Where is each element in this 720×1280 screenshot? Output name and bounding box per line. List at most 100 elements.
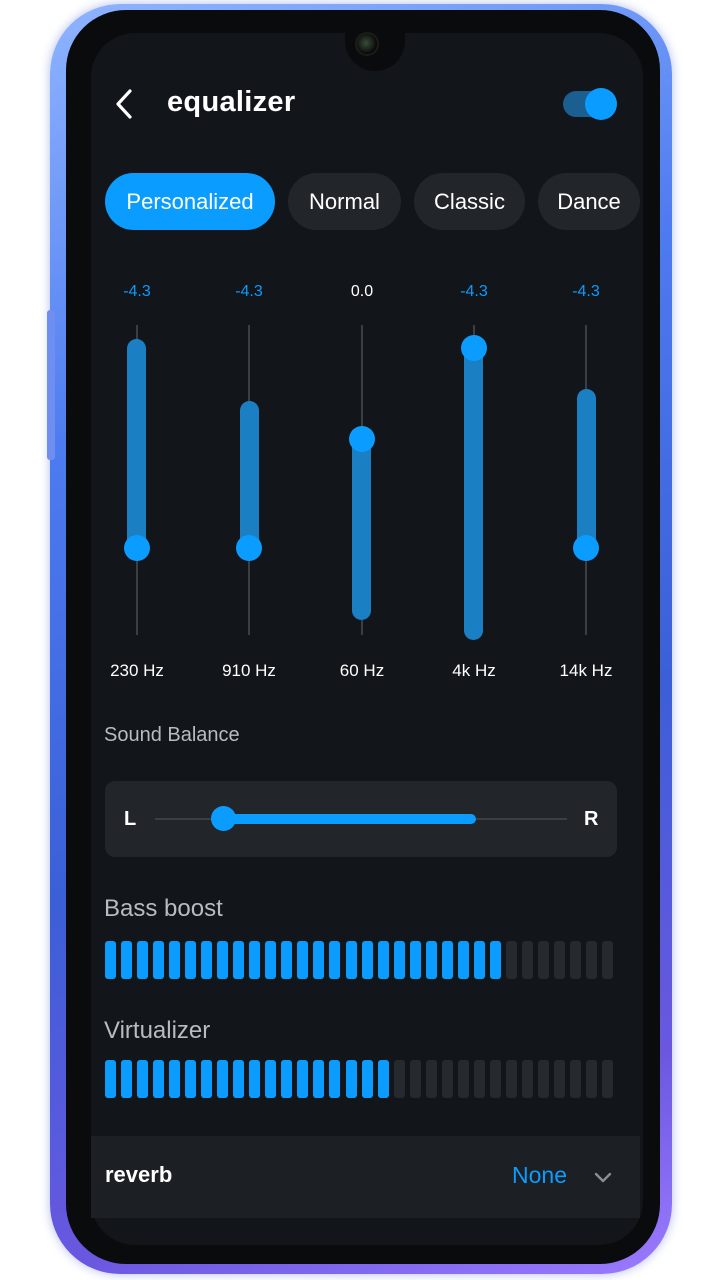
bass-boost-segment xyxy=(313,941,325,979)
virtualizer-segment xyxy=(457,1060,469,1098)
toggle-knob xyxy=(585,88,617,120)
virtualizer-segment xyxy=(281,1060,293,1098)
virtualizer-segment xyxy=(425,1060,437,1098)
bass-boost-segment xyxy=(585,941,597,979)
eq-value-14khz: -4.3 xyxy=(572,283,600,300)
virtualizer-segment xyxy=(553,1060,565,1098)
virtualizer-segment xyxy=(505,1060,517,1098)
virtualizer-segment xyxy=(345,1060,357,1098)
bass-boost-segment xyxy=(489,941,501,979)
bass-boost-segment xyxy=(473,941,485,979)
eq-fill-4khz xyxy=(464,340,483,640)
virtualizer-title: Virtualizer xyxy=(104,1017,211,1044)
eq-value-910hz: -4.3 xyxy=(235,283,263,300)
side-button xyxy=(47,310,55,460)
bass-boost-segment xyxy=(201,941,213,979)
virtualizer-segment xyxy=(121,1060,132,1098)
bass-boost-segment xyxy=(121,941,132,979)
virtualizer-segment xyxy=(249,1060,261,1098)
virtualizer-segment xyxy=(537,1060,549,1098)
bass-boost-segment xyxy=(185,941,197,979)
eq-value-4khz: -4.3 xyxy=(460,283,488,300)
virtualizer-segment xyxy=(377,1060,389,1098)
eq-value-60hz: 0.0 xyxy=(350,283,374,300)
virtualizer-segment xyxy=(153,1060,165,1098)
bass-boost-segment xyxy=(345,941,357,979)
sound-balance-title: Sound Balance xyxy=(104,724,240,746)
eq-fill-230hz xyxy=(127,339,146,549)
virtualizer-segment xyxy=(393,1060,405,1098)
eq-slider-60hz[interactable] xyxy=(349,426,375,452)
bass-boost-segment xyxy=(137,941,149,979)
eq-label-14khz: 14k Hz xyxy=(559,661,613,680)
balance-fill xyxy=(222,814,476,824)
bass-boost-segment xyxy=(537,941,549,979)
bass-boost-segment xyxy=(441,941,453,979)
bass-boost-segment xyxy=(217,941,229,979)
virtualizer-segment xyxy=(265,1060,277,1098)
bass-boost-segment xyxy=(457,941,469,979)
virtualizer-segment xyxy=(217,1060,229,1098)
equalizer-toggle[interactable] xyxy=(563,88,617,120)
virtualizer-segment xyxy=(585,1060,597,1098)
eq-label-910hz: 910 Hz xyxy=(222,661,276,680)
bass-boost-title: Bass boost xyxy=(104,895,223,922)
eq-fill-14khz xyxy=(577,389,596,549)
virtualizer-segment xyxy=(329,1060,341,1098)
eq-slider-4khz[interactable] xyxy=(461,335,487,361)
bass-boost-segment xyxy=(553,941,565,979)
eq-slider-14khz[interactable] xyxy=(573,535,599,561)
eq-value-230hz: -4.3 xyxy=(123,283,151,300)
virtualizer-segment xyxy=(233,1060,245,1098)
virtualizer-segment xyxy=(169,1060,181,1098)
front-camera xyxy=(355,32,379,56)
eq-fill-60hz xyxy=(352,428,371,620)
bass-boost-segment xyxy=(393,941,405,979)
virtualizer-segment xyxy=(297,1060,309,1098)
bass-boost-segment xyxy=(105,941,116,979)
bass-boost-segment xyxy=(505,941,517,979)
chevron-down-icon xyxy=(592,1166,614,1188)
reverb-value: None xyxy=(512,1162,567,1188)
preset-personalized[interactable]: Personalized xyxy=(105,173,275,230)
virtualizer-segment xyxy=(441,1060,453,1098)
eq-label-4khz: 4k Hz xyxy=(452,661,496,680)
eq-slider-230hz[interactable] xyxy=(124,535,150,561)
chevron-left-icon xyxy=(116,89,132,119)
balance-right-label: R xyxy=(584,808,599,830)
bass-boost-slider[interactable] xyxy=(105,941,618,979)
eq-label-230hz: 230 Hz xyxy=(110,661,164,680)
virtualizer-segment xyxy=(201,1060,213,1098)
bass-boost-segment xyxy=(249,941,261,979)
bass-boost-segment xyxy=(377,941,389,979)
preset-classic[interactable]: Classic xyxy=(414,173,525,230)
preset-dance[interactable]: Dance xyxy=(538,173,640,230)
virtualizer-segment xyxy=(489,1060,501,1098)
virtualizer-segment xyxy=(602,1060,613,1098)
page-title: equalizer xyxy=(167,86,296,118)
balance-slider[interactable] xyxy=(211,806,236,831)
virtualizer-segment xyxy=(473,1060,485,1098)
eq-slider-910hz[interactable] xyxy=(236,535,262,561)
balance-left-label: L xyxy=(124,808,137,830)
virtualizer-segment xyxy=(569,1060,581,1098)
bass-boost-segment xyxy=(233,941,245,979)
bass-boost-segment xyxy=(329,941,341,979)
preset-normal[interactable]: Normal xyxy=(288,173,401,230)
virtualizer-segment xyxy=(409,1060,421,1098)
bass-boost-segment xyxy=(521,941,533,979)
virtualizer-segment xyxy=(105,1060,116,1098)
bass-boost-segment xyxy=(409,941,421,979)
reverb-label: reverb xyxy=(105,1162,173,1187)
virtualizer-segment xyxy=(313,1060,325,1098)
bass-boost-segment xyxy=(169,941,181,979)
eq-fill-910hz xyxy=(240,401,259,549)
bass-boost-segment xyxy=(602,941,613,979)
back-button[interactable] xyxy=(108,86,144,122)
virtualizer-segment xyxy=(361,1060,373,1098)
virtualizer-slider[interactable] xyxy=(105,1060,618,1098)
bass-boost-segment xyxy=(265,941,277,979)
bass-boost-segment xyxy=(569,941,581,979)
virtualizer-segment xyxy=(137,1060,149,1098)
eq-label-60hz: 60 Hz xyxy=(339,661,385,680)
